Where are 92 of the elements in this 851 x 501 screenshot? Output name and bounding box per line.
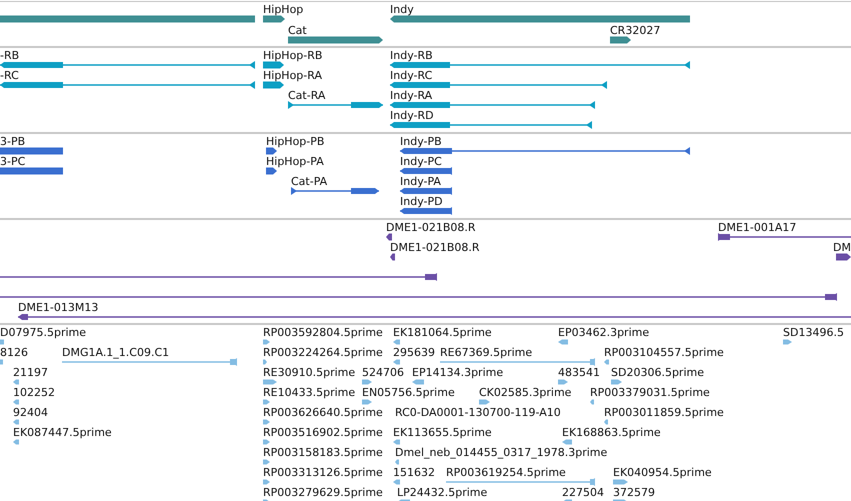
feature-label: Cat-PA bbox=[291, 175, 328, 188]
feature-label: RP003313126.5prime bbox=[263, 466, 383, 479]
feature-label: Indy-RC bbox=[390, 69, 432, 82]
feature-label: Indy-PD bbox=[400, 195, 443, 208]
feature-label: HipHop-PB bbox=[266, 135, 324, 148]
feature-label: RC0-DA0001-130700-119-A10 bbox=[395, 406, 561, 419]
feature-glyph[interactable] bbox=[0, 273, 437, 281]
feature-label: DM bbox=[833, 241, 851, 254]
feature-glyph[interactable] bbox=[390, 121, 592, 129]
feature-label: 3-PB bbox=[0, 135, 26, 148]
feature-label: 8126 bbox=[0, 346, 28, 359]
feature-glyph[interactable] bbox=[0, 61, 255, 69]
feature-label: RP003011859.5prime bbox=[604, 406, 724, 419]
feature-label: SD20306.5prime bbox=[611, 366, 704, 379]
feature-glyph[interactable] bbox=[0, 293, 837, 301]
feature-glyph[interactable] bbox=[18, 314, 851, 320]
feature-label: DME1-001A17 bbox=[718, 221, 796, 234]
feature-label: RP003626640.5prime bbox=[263, 406, 383, 419]
feature-label: RP003279629.5prime bbox=[263, 486, 383, 499]
feature-glyph[interactable] bbox=[390, 254, 395, 260]
feature-label: EN05756.5prime bbox=[362, 386, 455, 399]
feature-label: EP03462.3prime bbox=[558, 326, 650, 339]
feature-glyph[interactable] bbox=[400, 167, 452, 175]
feature-glyph[interactable] bbox=[263, 62, 284, 68]
feature-label: DMG1A.1_1.C09.C1 bbox=[62, 346, 170, 359]
feature-glyph[interactable] bbox=[288, 101, 383, 109]
feature-label: EK040954.5prime bbox=[613, 466, 712, 479]
feature-label: RE30910.5prime bbox=[263, 366, 356, 379]
feature-glyph[interactable] bbox=[266, 168, 277, 174]
feature-label: RP003158183.5prime bbox=[263, 446, 383, 459]
feature-label: HipHop-PA bbox=[266, 155, 324, 168]
feature-label: SD13496.5 bbox=[783, 326, 844, 339]
feature-label: -RC bbox=[0, 69, 19, 82]
feature-label: Cat-RA bbox=[288, 89, 326, 102]
feature-label: Indy-PB bbox=[400, 135, 442, 148]
feature-label: Indy bbox=[390, 3, 414, 16]
feature-label: 21197 bbox=[13, 366, 48, 379]
feature-label: EK168863.5prime bbox=[562, 426, 661, 439]
feature-glyph[interactable] bbox=[400, 207, 452, 215]
feature-glyph[interactable] bbox=[400, 187, 452, 195]
feature-label: RE67369.5prime bbox=[440, 346, 532, 359]
feature-label: EK113655.5prime bbox=[393, 426, 492, 439]
feature-glyph[interactable] bbox=[263, 82, 284, 88]
feature-label: Cat bbox=[288, 24, 307, 37]
feature-label: EK181064.5prime bbox=[393, 326, 492, 339]
feature-label: CR32027 bbox=[610, 24, 660, 37]
feature-label: Indy-RB bbox=[390, 49, 433, 62]
feature-label: HipHop-RA bbox=[263, 69, 322, 82]
feature-label: Indy-PA bbox=[400, 175, 441, 188]
feature-label: RP003516902.5prime bbox=[263, 426, 383, 439]
feature-label: CK02585.3prime bbox=[479, 386, 572, 399]
feature-glyph[interactable] bbox=[390, 81, 607, 89]
feature-glyph[interactable] bbox=[263, 16, 285, 22]
feature-label: D07975.5prime bbox=[0, 326, 86, 339]
feature-label: Indy-PC bbox=[400, 155, 442, 168]
feature-glyph[interactable] bbox=[291, 187, 379, 195]
feature-label: DME1-013M13 bbox=[18, 301, 98, 314]
feature-label: 3-PC bbox=[0, 155, 26, 168]
feature-label: Indy-RA bbox=[390, 89, 432, 102]
feature-label: LP24432.5prime bbox=[397, 486, 488, 499]
feature-label: EK087447.5prime bbox=[13, 426, 112, 439]
feature-label: DME1-021B08.R bbox=[386, 221, 476, 234]
feature-label: 102252 bbox=[13, 386, 55, 399]
feature-label: RP003379031.5prime bbox=[590, 386, 710, 399]
feature-glyph[interactable] bbox=[718, 233, 851, 241]
feature-label: 372579 bbox=[613, 486, 655, 499]
feature-glyph[interactable] bbox=[390, 101, 595, 109]
feature-label: RP003619254.5prime bbox=[446, 466, 566, 479]
feature-label: Indy-RD bbox=[390, 109, 434, 122]
feature-glyph[interactable] bbox=[610, 36, 631, 44]
feature-label: 295639 bbox=[393, 346, 435, 359]
feature-label: DME1-021B08.R bbox=[390, 241, 480, 254]
feature-label: 92404 bbox=[13, 406, 48, 419]
feature-label: RP003224264.5prime bbox=[263, 346, 383, 359]
feature-label: RP003104557.5prime bbox=[604, 346, 724, 359]
feature-label: 524706 bbox=[362, 366, 404, 379]
feature-glyph[interactable] bbox=[386, 234, 392, 240]
feature-label: RE10433.5prime bbox=[263, 386, 356, 399]
feature-glyph[interactable] bbox=[400, 147, 690, 155]
feature-label: RP003592804.5prime bbox=[263, 326, 383, 339]
feature-label: 227504 bbox=[562, 486, 604, 499]
feature-label: EP14134.3prime bbox=[412, 366, 504, 379]
feature-glyph[interactable] bbox=[0, 81, 255, 89]
feature-label: 483541 bbox=[558, 366, 600, 379]
feature-glyph[interactable] bbox=[836, 254, 851, 260]
feature-glyph[interactable] bbox=[266, 148, 277, 154]
feature-label: Dmel_neb_014455_0317_1978.3prime bbox=[395, 446, 608, 459]
feature-label: HipHop bbox=[263, 3, 304, 16]
feature-label: HipHop-RB bbox=[263, 49, 322, 62]
feature-glyph[interactable] bbox=[390, 61, 690, 69]
feature-label: -RB bbox=[0, 49, 20, 62]
feature-label: 151632 bbox=[393, 466, 435, 479]
